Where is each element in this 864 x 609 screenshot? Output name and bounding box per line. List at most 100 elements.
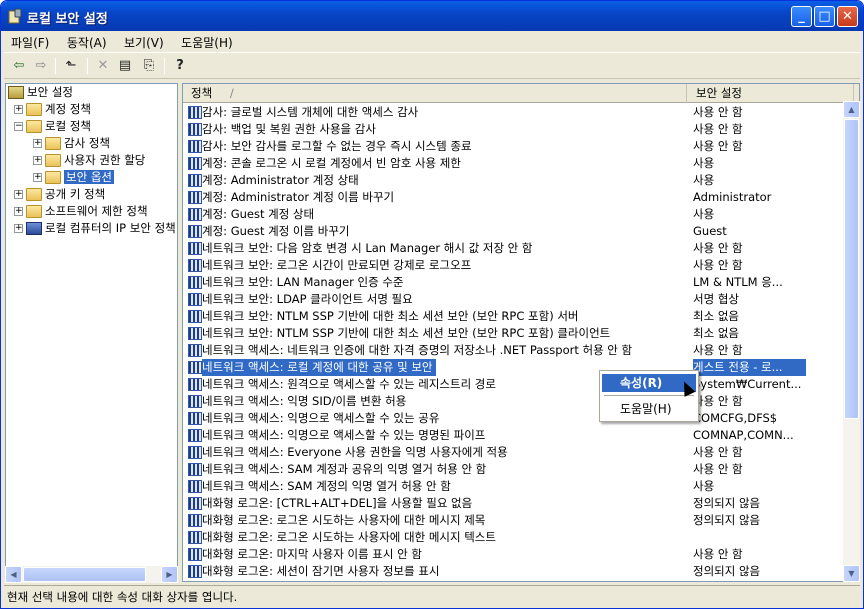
- folder-open-icon: [26, 120, 42, 133]
- table-row[interactable]: 네트워크 액세스: SAM 계정과 공유의 익명 열거 허용 안 함 사용 안 함: [186, 461, 806, 478]
- context-menu-help[interactable]: 도움말(H): [602, 400, 696, 418]
- list-vertical-scrollbar[interactable]: ▲ ▼: [843, 101, 860, 582]
- forward-arrow-icon[interactable]: ⇨: [31, 57, 51, 75]
- policy-icon: [188, 123, 202, 136]
- help-icon[interactable]: ?: [170, 57, 190, 75]
- table-row[interactable]: 대화형 로그온: 로그온 시도하는 사용자에 대한 메시지 텍스트: [186, 529, 806, 546]
- expand-icon[interactable]: +: [14, 224, 23, 233]
- tree-horizontal-scrollbar[interactable]: ◀ ▶: [5, 566, 178, 583]
- table-row[interactable]: 네트워크 액세스: 원격으로 액세스할 수 있는 레지스트리 경로 System₩…: [186, 376, 806, 393]
- table-row[interactable]: 감사: 글로벌 시스템 개체에 대한 액세스 감사 사용 안 함: [186, 104, 806, 121]
- column-header-policy[interactable]: 정책 /: [183, 84, 687, 103]
- scroll-down-icon[interactable]: ▼: [843, 565, 860, 582]
- minimize-button[interactable]: _: [791, 6, 812, 27]
- menu-view[interactable]: 보기(V): [117, 31, 171, 54]
- tree-item-user-rights[interactable]: + 사용자 권한 할당: [33, 152, 145, 169]
- table-row[interactable]: 네트워크 보안: NTLM SSP 기반에 대한 최소 세션 보안 (보안 RP…: [186, 308, 806, 325]
- table-row[interactable]: 대화형 로그온: [CTRL+ALT+DEL]을 사용할 필요 없음 정의되지 않…: [186, 495, 806, 512]
- table-row[interactable]: 네트워크 액세스: Everyone 사용 권한을 익명 사용자에게 적용 사용 …: [186, 444, 806, 461]
- close-button[interactable]: ✕: [837, 6, 858, 27]
- folder-icon: [45, 154, 61, 167]
- table-row[interactable]: 네트워크 보안: LDAP 클라이언트 서명 필요 서명 협상: [186, 291, 806, 308]
- scroll-thumb[interactable]: [23, 567, 146, 582]
- table-row[interactable]: 네트워크 보안: 다음 암호 변경 시 Lan Manager 해시 값 저장 …: [186, 240, 806, 257]
- table-row[interactable]: 대화형 로그온: 로그온 시도하는 사용자에 대한 메시지 제목 정의되지 않음: [186, 512, 806, 529]
- table-row[interactable]: 계정: Guest 계정 이름 바꾸기 Guest: [186, 223, 806, 240]
- table-row[interactable]: 감사: 보안 감사를 로그할 수 없는 경우 즉시 시스템 종료 사용 안 함: [186, 138, 806, 155]
- menu-action[interactable]: 동작(A): [60, 31, 114, 54]
- scroll-left-icon[interactable]: ◀: [5, 566, 22, 583]
- collapse-icon[interactable]: −: [14, 122, 23, 131]
- policy-icon: [188, 225, 202, 238]
- tree-item-public-key-policy[interactable]: + 공개 키 정책: [14, 186, 105, 203]
- table-row[interactable]: 네트워크 보안: NTLM SSP 기반에 대한 최소 세션 보안 (보안 RP…: [186, 325, 806, 342]
- expand-icon[interactable]: +: [14, 105, 23, 114]
- policy-name: 대화형 로그온: 마지막 사용자 이름 표시 안 함: [202, 547, 422, 561]
- expand-icon[interactable]: +: [33, 156, 42, 165]
- expand-icon[interactable]: +: [33, 139, 42, 148]
- delete-icon[interactable]: ✕: [93, 57, 113, 75]
- expand-icon[interactable]: +: [14, 190, 23, 199]
- properties-icon[interactable]: ▤: [115, 57, 135, 75]
- expand-icon[interactable]: +: [14, 207, 23, 216]
- policy-name: 네트워크 보안: LDAP 클라이언트 서명 필요: [202, 292, 413, 306]
- folder-icon: [26, 103, 42, 116]
- table-row[interactable]: 계정: Administrator 계정 이름 바꾸기 Administrator: [186, 189, 806, 206]
- folder-icon: [45, 171, 61, 184]
- table-row[interactable]: 감사: 백업 및 복원 권한 사용을 감사 사용 안 함: [186, 121, 806, 138]
- menu-bar: 파일(F) 동작(A) 보기(V) 도움말(H): [4, 31, 860, 53]
- tree-item-audit-policy[interactable]: + 감사 정책: [33, 135, 110, 152]
- table-row[interactable]: 네트워크 보안: LAN Manager 인증 수준 LM & NTLM 응...: [186, 274, 806, 291]
- up-folder-icon[interactable]: ⬑: [61, 57, 81, 75]
- maximize-button[interactable]: □: [814, 6, 835, 27]
- table-row[interactable]: 네트워크 액세스: 네트워크 인증에 대한 자격 증명의 저장소나 .NET P…: [186, 342, 806, 359]
- table-row[interactable]: 네트워크 액세스: 익명 SID/이름 변환 허용 사용 안 함: [186, 393, 806, 410]
- policy-icon: [188, 344, 202, 357]
- policy-name: 대화형 로그온: [CTRL+ALT+DEL]을 사용할 필요 없음: [202, 496, 473, 510]
- policy-icon: [188, 565, 202, 578]
- table-row[interactable]: 계정: 콘솔 로그온 시 로컬 계정에서 빈 암호 사용 제한 사용: [186, 155, 806, 172]
- policy-icon: [188, 446, 202, 459]
- policy-name: 네트워크 액세스: 로컬 계정에 대한 공유 및 보안: [202, 359, 437, 376]
- expand-icon[interactable]: +: [33, 173, 42, 182]
- policy-setting: 사용 안 함: [693, 445, 743, 459]
- title-bar[interactable]: 로컬 보안 설정 _ □ ✕: [1, 1, 863, 31]
- policy-name: 네트워크 액세스: Everyone 사용 권한을 익명 사용자에게 적용: [202, 445, 508, 459]
- policy-setting: 사용 안 함: [693, 139, 743, 153]
- policy-setting: Guest: [693, 224, 727, 238]
- table-row[interactable]: 네트워크 액세스: 익명으로 액세스할 수 있는 공유 COMCFG,DFS$: [186, 410, 806, 427]
- tree-item-security-settings[interactable]: 보안 설정: [8, 84, 73, 101]
- policy-name: 네트워크 보안: NTLM SSP 기반에 대한 최소 세션 보안 (보안 RP…: [202, 326, 611, 340]
- policy-setting: System₩Current...: [693, 377, 802, 391]
- scroll-up-icon[interactable]: ▲: [843, 101, 860, 118]
- policy-icon: [188, 378, 202, 391]
- table-row[interactable]: 계정: Guest 계정 상태 사용: [186, 206, 806, 223]
- tree-item-security-options[interactable]: + 보안 옵션: [33, 169, 114, 186]
- scroll-thumb[interactable]: [844, 119, 859, 419]
- policy-setting: 사용 안 함: [693, 122, 743, 136]
- policy-icon: [188, 480, 202, 493]
- table-row[interactable]: 대화형 로그온: 세션이 잠기면 사용자 정보를 표시 정의되지 않음: [186, 563, 806, 580]
- table-row[interactable]: 계정: Administrator 계정 상태 사용: [186, 172, 806, 189]
- export-list-icon[interactable]: ⎘: [139, 57, 159, 75]
- tree-item-account-policy[interactable]: + 계정 정책: [14, 101, 91, 118]
- table-row[interactable]: 대화형 로그온: 마지막 사용자 이름 표시 안 함 사용 안 함: [186, 546, 806, 563]
- toolbar: ⇦ ⇨ ⬑ ✕ ▤ ⎘ ?: [4, 54, 860, 79]
- table-row[interactable]: 네트워크 액세스: 익명으로 액세스할 수 있는 명명된 파이프 COMNAP,C…: [186, 427, 806, 444]
- policy-name: 대화형 로그온: 로그온 시도하는 사용자에 대한 메시지 제목: [202, 513, 486, 527]
- column-header-setting[interactable]: 보안 설정: [688, 84, 854, 103]
- table-row[interactable]: 네트워크 액세스: 로컬 계정에 대한 공유 및 보안 게스트 전용 - 로...: [186, 359, 806, 376]
- policy-setting: COMNAP,COMN...: [693, 428, 794, 442]
- table-row[interactable]: 네트워크 보안: 로그온 시간이 만료되면 강제로 로그오프 사용 안 함: [186, 257, 806, 274]
- scroll-right-icon[interactable]: ▶: [161, 566, 178, 583]
- tree-item-local-policy[interactable]: − 로컬 정책: [14, 118, 91, 135]
- menu-file[interactable]: 파일(F): [4, 31, 56, 54]
- tree-item-ip-security[interactable]: + 로컬 컴퓨터의 IP 보안 정책: [14, 220, 176, 237]
- menu-help[interactable]: 도움말(H): [174, 31, 240, 54]
- policy-setting: 사용 안 함: [693, 241, 743, 255]
- policy-name: 네트워크 보안: LAN Manager 인증 수준: [202, 275, 404, 289]
- policy-setting: 정의되지 않음: [693, 564, 761, 578]
- table-row[interactable]: 네트워크 액세스: SAM 계정의 익명 열거 허용 안 함 사용: [186, 478, 806, 495]
- tree-item-software-restriction[interactable]: + 소프트웨어 제한 정책: [14, 203, 148, 220]
- back-arrow-icon[interactable]: ⇦: [9, 57, 29, 75]
